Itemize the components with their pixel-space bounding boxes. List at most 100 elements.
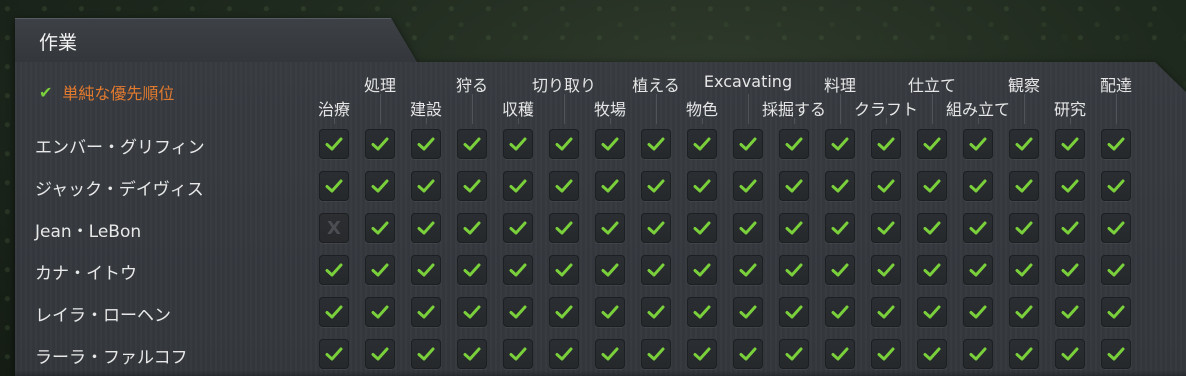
work-toggle[interactable]	[1055, 297, 1085, 327]
work-toggle[interactable]	[549, 129, 579, 159]
work-toggle[interactable]	[595, 171, 625, 201]
work-toggle[interactable]	[641, 339, 671, 369]
work-toggle[interactable]	[871, 129, 901, 159]
work-toggle[interactable]	[411, 171, 441, 201]
work-toggle[interactable]	[687, 339, 717, 369]
column-header-7[interactable]: 植える	[632, 72, 680, 96]
column-header-5[interactable]: 切り取り	[532, 72, 596, 96]
work-toggle[interactable]	[1055, 339, 1085, 369]
work-toggle[interactable]	[687, 129, 717, 159]
work-toggle[interactable]	[825, 255, 855, 285]
work-toggle[interactable]	[641, 297, 671, 327]
work-toggle[interactable]	[1009, 129, 1039, 159]
work-toggle[interactable]	[503, 297, 533, 327]
column-header-16[interactable]: 研究	[1054, 96, 1086, 120]
work-toggle[interactable]	[595, 129, 625, 159]
work-toggle[interactable]	[917, 339, 947, 369]
work-toggle[interactable]	[779, 171, 809, 201]
colonist-name[interactable]: カナ・イトウ	[35, 259, 137, 284]
work-toggle[interactable]	[411, 339, 441, 369]
work-toggle[interactable]	[1101, 339, 1131, 369]
work-toggle[interactable]	[917, 297, 947, 327]
work-toggle[interactable]	[963, 297, 993, 327]
column-header-12[interactable]: クラフト	[854, 96, 918, 120]
column-header-8[interactable]: 物色	[686, 96, 718, 120]
work-toggle[interactable]	[549, 339, 579, 369]
colonist-name[interactable]: ジャック・デイヴィス	[35, 175, 204, 200]
work-toggle[interactable]	[963, 339, 993, 369]
work-toggle[interactable]	[411, 297, 441, 327]
work-toggle[interactable]	[871, 339, 901, 369]
work-toggle[interactable]	[503, 255, 533, 285]
column-header-9[interactable]: Excavating	[704, 72, 792, 91]
work-toggle[interactable]	[687, 255, 717, 285]
work-toggle[interactable]	[871, 297, 901, 327]
work-toggle[interactable]	[549, 171, 579, 201]
colonist-name[interactable]: エンバー・グリフィン	[35, 133, 205, 158]
work-toggle[interactable]	[457, 339, 487, 369]
colonist-name[interactable]: ラーラ・ファルコフ	[35, 343, 188, 368]
work-toggle[interactable]	[1101, 129, 1131, 159]
work-toggle[interactable]	[457, 129, 487, 159]
work-toggle[interactable]	[641, 255, 671, 285]
work-toggle[interactable]	[595, 297, 625, 327]
work-toggle[interactable]	[963, 171, 993, 201]
work-toggle[interactable]	[549, 255, 579, 285]
work-toggle[interactable]	[319, 297, 349, 327]
work-toggle[interactable]	[779, 255, 809, 285]
column-header-3[interactable]: 狩る	[456, 72, 488, 96]
work-toggle[interactable]	[733, 339, 763, 369]
work-toggle[interactable]	[549, 213, 579, 243]
work-toggle[interactable]	[641, 129, 671, 159]
column-header-11[interactable]: 料理	[824, 72, 856, 96]
work-toggle[interactable]	[733, 213, 763, 243]
work-toggle[interactable]	[1055, 213, 1085, 243]
column-header-15[interactable]: 観察	[1008, 72, 1040, 96]
work-toggle[interactable]	[1009, 297, 1039, 327]
work-toggle[interactable]	[1055, 171, 1085, 201]
work-toggle[interactable]	[503, 129, 533, 159]
work-toggle[interactable]	[1101, 255, 1131, 285]
work-toggle[interactable]	[1009, 171, 1039, 201]
work-toggle[interactable]	[825, 213, 855, 243]
work-toggle[interactable]	[733, 255, 763, 285]
work-toggle[interactable]	[733, 297, 763, 327]
work-toggle[interactable]	[365, 255, 395, 285]
work-toggle[interactable]	[1009, 213, 1039, 243]
work-toggle[interactable]	[779, 339, 809, 369]
work-toggle[interactable]	[365, 297, 395, 327]
work-toggle[interactable]	[687, 213, 717, 243]
work-toggle[interactable]: X	[319, 213, 349, 243]
column-header-0[interactable]: 治療	[318, 96, 350, 120]
work-toggle[interactable]	[687, 171, 717, 201]
work-toggle[interactable]	[687, 297, 717, 327]
work-toggle[interactable]	[1009, 339, 1039, 369]
work-toggle[interactable]	[963, 255, 993, 285]
work-toggle[interactable]	[779, 129, 809, 159]
work-toggle[interactable]	[503, 171, 533, 201]
work-toggle[interactable]	[871, 213, 901, 243]
work-toggle[interactable]	[595, 213, 625, 243]
column-header-14[interactable]: 組み立て	[946, 96, 1010, 120]
work-toggle[interactable]	[503, 213, 533, 243]
work-toggle[interactable]	[411, 129, 441, 159]
work-toggle[interactable]	[871, 255, 901, 285]
column-header-2[interactable]: 建設	[410, 96, 442, 120]
work-toggle[interactable]	[365, 129, 395, 159]
work-toggle[interactable]	[779, 297, 809, 327]
simple-priority-toggle[interactable]: ✔ 単純な優先順位	[39, 80, 174, 104]
work-toggle[interactable]	[365, 171, 395, 201]
colonist-name[interactable]: Jean・LeBon	[35, 217, 141, 242]
column-header-10[interactable]: 採掘する	[762, 96, 826, 120]
work-toggle[interactable]	[1009, 255, 1039, 285]
work-toggle[interactable]	[825, 171, 855, 201]
work-toggle[interactable]	[1055, 255, 1085, 285]
work-toggle[interactable]	[319, 339, 349, 369]
work-toggle[interactable]	[963, 129, 993, 159]
work-toggle[interactable]	[1101, 171, 1131, 201]
work-toggle[interactable]	[779, 213, 809, 243]
work-toggle[interactable]	[595, 339, 625, 369]
work-toggle[interactable]	[917, 171, 947, 201]
work-toggle[interactable]	[1055, 129, 1085, 159]
work-toggle[interactable]	[549, 297, 579, 327]
